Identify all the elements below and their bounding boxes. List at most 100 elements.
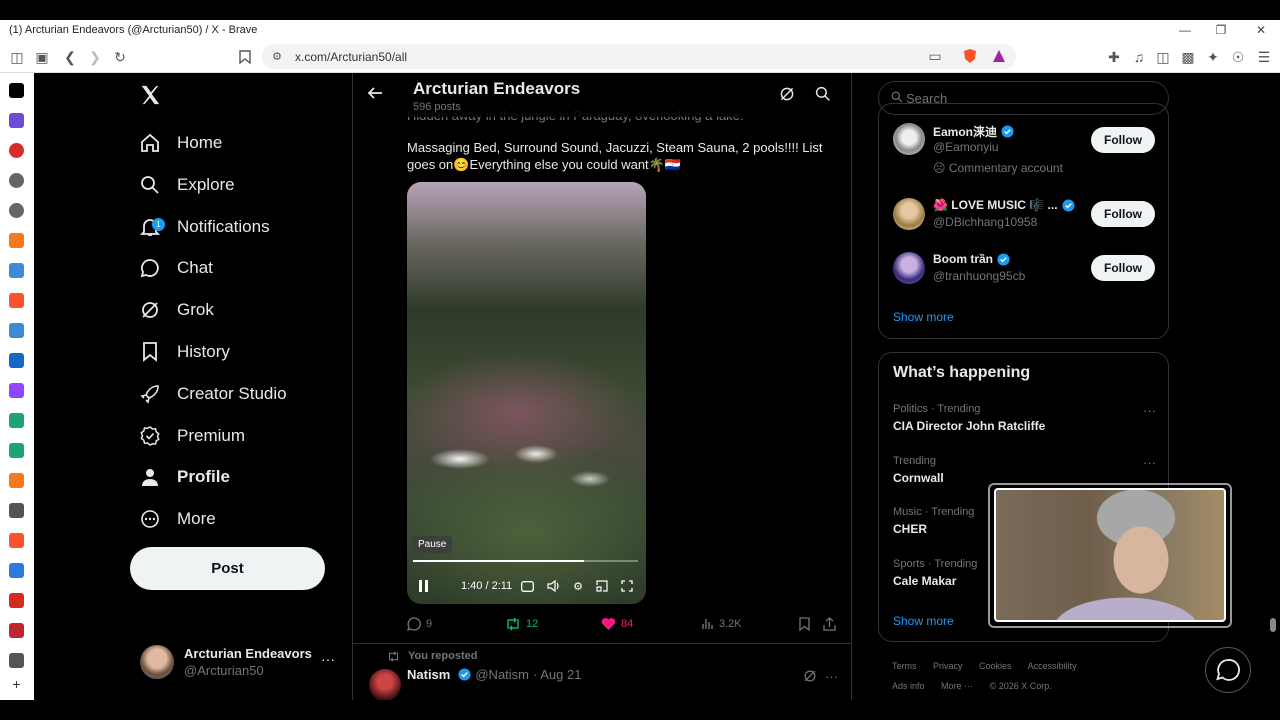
footer-link[interactable]: Privacy (933, 661, 963, 671)
avatar[interactable] (369, 669, 401, 700)
author-handle[interactable]: @Natism (475, 667, 529, 682)
close-icon[interactable]: ✕ (1243, 20, 1279, 40)
show-more-link[interactable]: Show more (893, 310, 954, 324)
footer-link[interactable]: Cookies (979, 661, 1012, 671)
tab-app-icon[interactable] (9, 323, 24, 338)
follow-button[interactable]: Follow (1091, 201, 1155, 227)
address-bar[interactable]: ⚙ x.com/Arcturian50/all ▭ (262, 44, 1016, 69)
footer-link[interactable]: Accessibility (1028, 661, 1077, 671)
bookmark-button[interactable] (799, 617, 815, 631)
forward-nav-icon[interactable]: ❯ (86, 48, 104, 66)
reload-icon[interactable]: ↻ (111, 48, 129, 66)
chat-fab-button[interactable] (1205, 647, 1251, 693)
grok-icon[interactable] (779, 86, 797, 104)
grok-icon[interactable] (803, 669, 817, 686)
video-player[interactable]: Pause 1:40 / 2:11 ⚙ (407, 182, 646, 604)
footer-link[interactable]: Terms (892, 661, 917, 671)
captions-icon[interactable] (520, 579, 534, 593)
tab-manager-icon[interactable]: ▣ (33, 48, 51, 66)
reply-button[interactable]: 9 (407, 617, 432, 631)
picture-in-picture-icon[interactable] (595, 579, 609, 593)
nav-notifications[interactable]: 1 Notifications (139, 209, 270, 245)
volume-icon[interactable] (546, 579, 560, 593)
tab-shield-icon[interactable] (9, 653, 24, 668)
tab-globe-icon[interactable] (9, 203, 24, 218)
trend-item[interactable]: Politics · Trending CIA Director John Ra… (893, 403, 1156, 433)
tab-shield-icon[interactable] (9, 503, 24, 518)
leo-ai-icon[interactable]: ✦ (1204, 48, 1222, 66)
more-dots-icon[interactable]: ··· (1143, 403, 1156, 418)
tab-app-icon[interactable] (9, 413, 24, 428)
post-button[interactable]: Post (130, 547, 325, 590)
tab-play-icon[interactable] (9, 233, 24, 248)
page-scrollbar[interactable] (1267, 73, 1280, 700)
tab-site-icon[interactable] (9, 353, 24, 368)
settings-gear-icon[interactable]: ⚙ (571, 579, 585, 593)
repost-button[interactable]: 12 (505, 617, 538, 631)
brave-shield-icon[interactable] (961, 47, 979, 65)
nav-profile-label: Profile (177, 467, 230, 486)
nav-chat[interactable]: Chat (139, 250, 213, 286)
more-dots-icon[interactable]: ··· (1143, 455, 1156, 470)
tab-play-icon[interactable] (9, 473, 24, 488)
tab-maple-icon[interactable] (9, 593, 24, 608)
account-switcher[interactable]: Arcturian Endeavors @Arcturian50 ··· (140, 645, 350, 681)
menu-icon[interactable]: ☰ (1255, 48, 1273, 66)
minimize-icon[interactable]: — (1167, 20, 1203, 40)
nav-more[interactable]: More (139, 501, 216, 537)
nav-explore[interactable]: Explore (139, 167, 235, 203)
nav-creator-studio[interactable]: Creator Studio (139, 376, 287, 412)
back-arrow-icon[interactable] (367, 85, 383, 106)
more-dots-icon[interactable]: ··· (321, 651, 335, 667)
avatar (140, 645, 174, 679)
trend-item[interactable]: Trending Cornwall ··· (893, 455, 1156, 485)
maximize-icon[interactable]: ❐ (1203, 20, 1239, 40)
tab-record-icon[interactable] (9, 143, 24, 158)
scrollbar-thumb[interactable] (1270, 618, 1276, 632)
tab-brave-icon[interactable] (9, 293, 24, 308)
share-button[interactable] (823, 617, 841, 631)
tab-x-icon[interactable] (9, 83, 24, 98)
fullscreen-icon[interactable] (620, 579, 634, 593)
wallet-icon[interactable]: ▩ (1179, 48, 1197, 66)
extensions-icon[interactable]: ✚ (1105, 48, 1123, 66)
tab-mail-icon[interactable] (9, 113, 24, 128)
side-panel-icon[interactable]: ◫ (1154, 48, 1172, 66)
show-more-link[interactable]: Show more (893, 614, 954, 628)
site-settings-icon[interactable]: ⚙ (268, 47, 286, 65)
nav-history[interactable]: History (139, 334, 230, 370)
author-name[interactable]: Natism (407, 667, 450, 682)
footer-link[interactable]: Ads info (892, 681, 925, 691)
like-button[interactable]: 84 (601, 617, 633, 631)
brave-rewards-icon[interactable] (990, 47, 1008, 65)
sidebar-toggle-icon[interactable]: ◫ (8, 48, 26, 66)
media-icon[interactable]: ♫ (1130, 48, 1148, 66)
follow-button[interactable]: Follow (1091, 255, 1155, 281)
tab-diamond-icon[interactable] (9, 563, 24, 578)
bookmark-page-icon[interactable] (236, 48, 254, 66)
nav-premium[interactable]: Premium (139, 418, 245, 454)
follow-button[interactable]: Follow (1091, 127, 1155, 153)
nav-grok[interactable]: Grok (139, 292, 214, 328)
tab-globe-icon[interactable] (9, 173, 24, 188)
footer-link[interactable]: More ··· (941, 681, 973, 691)
video-progress-bar[interactable] (413, 560, 638, 562)
new-tab-icon[interactable]: + (9, 677, 24, 692)
tab-twitch-icon[interactable] (9, 383, 24, 398)
tweet-date[interactable]: · Aug 21 (533, 667, 581, 682)
nav-home[interactable]: Home (139, 125, 222, 161)
tab-app-icon[interactable] (9, 263, 24, 278)
tab-app-icon[interactable] (9, 443, 24, 458)
tab-s-icon[interactable] (9, 623, 24, 638)
tab-brave-icon[interactable] (9, 533, 24, 548)
cast-icon[interactable]: ▭ (926, 47, 944, 65)
more-dots-icon[interactable]: ··· (825, 669, 838, 684)
views-button[interactable]: 3.2K (701, 617, 742, 630)
pause-icon[interactable] (417, 579, 431, 593)
nav-profile[interactable]: Profile (139, 459, 230, 495)
vpn-icon[interactable]: ☉ (1229, 48, 1247, 66)
search-icon[interactable] (815, 86, 833, 104)
back-nav-icon[interactable]: ❮ (61, 48, 79, 66)
x-logo-icon[interactable] (139, 84, 163, 108)
avatar (893, 123, 925, 155)
